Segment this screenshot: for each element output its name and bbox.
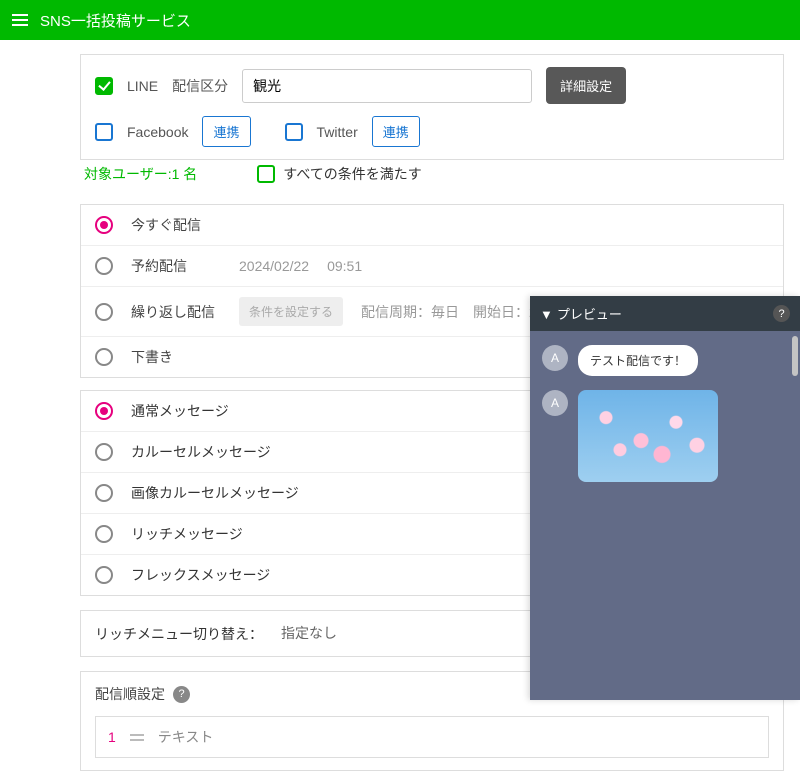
image-bubble xyxy=(578,390,718,482)
richmenu-select[interactable]: 指定なし ▼ xyxy=(281,623,547,644)
scrollbar[interactable] xyxy=(792,336,798,376)
preview-title: プレビュー xyxy=(557,307,622,322)
facebook-checkbox[interactable] xyxy=(95,123,113,141)
collapse-icon: ▼ xyxy=(540,307,553,322)
drag-icon[interactable] xyxy=(130,734,144,741)
order-title: 配信順設定 xyxy=(95,684,165,704)
app-header: SNS一括投稿サービス xyxy=(0,0,800,40)
msgtype-normal-label: 通常メッセージ xyxy=(131,401,229,421)
msgtype-carousel-label: カルーセルメッセージ xyxy=(131,442,271,462)
menu-icon[interactable] xyxy=(12,14,28,26)
timing-scheduled-label: 予約配信 xyxy=(131,256,221,276)
scheduled-date[interactable]: 2024/02/22 xyxy=(239,258,309,274)
timing-scheduled-radio[interactable] xyxy=(95,257,113,275)
richmenu-label: リッチメニュー切り替え： xyxy=(95,624,263,644)
target-summary-row: 対象ユーザー:1 名 すべての条件を満たす xyxy=(80,160,784,192)
facebook-label: Facebook xyxy=(127,124,188,140)
message-bubble: テスト配信です！ xyxy=(578,345,698,376)
msgtype-image-carousel-label: 画像カルーセルメッセージ xyxy=(131,483,299,503)
msgtype-normal-radio[interactable] xyxy=(95,402,113,420)
preview-help-icon[interactable]: ? xyxy=(773,305,790,322)
delivery-class-label: 配信区分 xyxy=(172,76,228,96)
order-item[interactable]: 1 テキスト xyxy=(95,716,769,758)
twitter-link-button[interactable]: 連携 xyxy=(372,116,420,147)
sakura-image xyxy=(578,390,718,482)
delivery-class-input[interactable] xyxy=(242,69,532,103)
msgtype-flex-label: フレックスメッセージ xyxy=(131,565,270,585)
repeat-config-button[interactable]: 条件を設定する xyxy=(239,297,343,326)
all-conditions-label: すべての条件を満たす xyxy=(283,164,421,184)
preview-panel: ▼ プレビュー ? A テスト配信です！ A xyxy=(530,296,800,700)
timing-now-label: 今すぐ配信 xyxy=(131,215,221,235)
preview-header[interactable]: ▼ プレビュー ? xyxy=(530,296,800,331)
msgtype-rich-radio[interactable] xyxy=(95,525,113,543)
avatar: A xyxy=(542,390,568,416)
app-title: SNS一括投稿サービス xyxy=(40,10,191,31)
preview-body: A テスト配信です！ A xyxy=(530,331,800,700)
msgtype-flex-radio[interactable] xyxy=(95,566,113,584)
line-label: LINE xyxy=(127,78,158,94)
order-index: 1 xyxy=(108,729,116,745)
timing-repeat-label: 繰り返し配信 xyxy=(131,302,221,322)
msgtype-rich-label: リッチメッセージ xyxy=(131,524,243,544)
twitter-checkbox[interactable] xyxy=(285,123,303,141)
scheduled-time[interactable]: 09:51 xyxy=(327,258,362,274)
preview-message-row: A テスト配信です！ xyxy=(542,345,788,376)
msgtype-image-carousel-radio[interactable] xyxy=(95,484,113,502)
all-conditions-checkbox[interactable] xyxy=(257,165,275,183)
msgtype-carousel-radio[interactable] xyxy=(95,443,113,461)
sns-target-panel: LINE 配信区分 詳細設定 Facebook 連携 Twitter 連携 xyxy=(80,54,784,160)
preview-message-row: A xyxy=(542,390,788,482)
avatar: A xyxy=(542,345,568,371)
timing-draft-label: 下書き xyxy=(131,347,221,367)
target-users-label: 対象ユーザー:1 名 xyxy=(84,164,197,184)
twitter-label: Twitter xyxy=(317,124,358,140)
detail-settings-button[interactable]: 詳細設定 xyxy=(546,67,626,104)
timing-now-radio[interactable] xyxy=(95,216,113,234)
timing-draft-radio[interactable] xyxy=(95,348,113,366)
richmenu-value: 指定なし xyxy=(281,623,337,643)
order-item-label: テキスト xyxy=(158,727,214,747)
line-checkbox[interactable] xyxy=(95,77,113,95)
facebook-link-button[interactable]: 連携 xyxy=(202,116,250,147)
timing-repeat-radio[interactable] xyxy=(95,303,113,321)
